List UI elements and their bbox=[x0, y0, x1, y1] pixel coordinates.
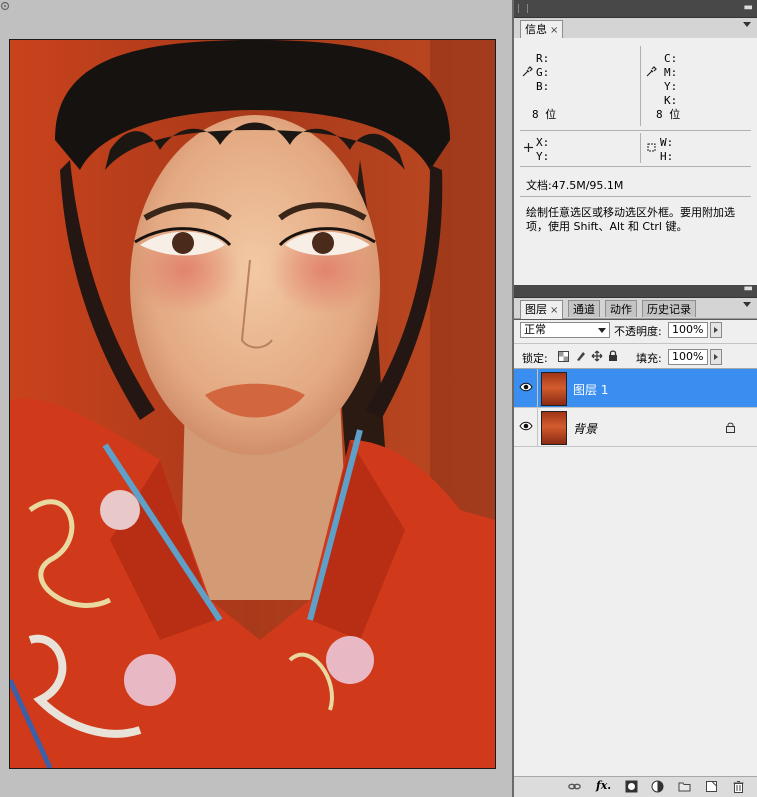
tab-actions[interactable]: 动作 bbox=[605, 300, 637, 317]
lock-label: 锁定: bbox=[522, 352, 548, 365]
tool-hint: 绘制任意选区或移动选区外框。要用附加选 项，使用 Shift、Alt 和 Ctr… bbox=[526, 206, 754, 234]
crosshair-icon bbox=[524, 143, 533, 152]
panel-menu-icon[interactable] bbox=[743, 302, 751, 307]
lock-transparent-icon[interactable] bbox=[558, 351, 569, 362]
lock-icon bbox=[726, 422, 735, 433]
layer-thumbnail bbox=[541, 372, 567, 406]
tab-layers[interactable]: 图层 × bbox=[520, 300, 564, 319]
info-divider bbox=[520, 196, 751, 197]
layers-divider bbox=[514, 343, 757, 344]
info-rgb-bits: 8 位 bbox=[532, 108, 557, 121]
info-x-label: X: bbox=[536, 136, 550, 149]
folder-icon[interactable] bbox=[678, 780, 691, 793]
info-c-label: C: bbox=[664, 52, 678, 65]
close-icon[interactable]: × bbox=[550, 305, 558, 316]
eye-icon[interactable] bbox=[519, 420, 533, 432]
selection-size-icon bbox=[647, 143, 656, 152]
fill-label: 填充: bbox=[636, 352, 662, 365]
info-y-coord-label: Y: bbox=[536, 150, 550, 163]
trash-icon[interactable] bbox=[732, 780, 745, 793]
tab-layers-label: 图层 bbox=[525, 303, 547, 316]
layer-thumbnail bbox=[541, 411, 567, 445]
info-panel: ▬ 信息 × R: G: B: 8 位 C: M: Y: K: 8 位 X: Y: bbox=[514, 0, 757, 285]
fx-icon[interactable]: fx. bbox=[596, 779, 611, 792]
info-tab-row: 信息 × bbox=[514, 18, 757, 39]
info-g-label: G: bbox=[536, 66, 550, 79]
layers-bottom-toolbar: fx. bbox=[514, 776, 757, 797]
adjustment-icon[interactable] bbox=[651, 780, 664, 793]
tab-history[interactable]: 历史记录 bbox=[642, 300, 696, 317]
info-panel-body: R: G: B: 8 位 C: M: Y: K: 8 位 X: Y: W: H:… bbox=[514, 38, 757, 285]
panel-grip-icon[interactable] bbox=[518, 4, 528, 13]
mask-icon[interactable] bbox=[625, 780, 638, 793]
blend-mode-select[interactable]: 正常 bbox=[520, 322, 610, 338]
layers-panel-body: 正常 不透明度: 100% 锁定: 填充: 100% 图层 1 背景 fx. bbox=[514, 320, 757, 797]
visibility-column-divider bbox=[537, 369, 538, 407]
layers-panel-header[interactable]: ▬ bbox=[514, 283, 757, 298]
document-image[interactable] bbox=[9, 39, 496, 769]
layer-name[interactable]: 图层 1 bbox=[573, 381, 608, 398]
layer-name[interactable]: 背景 bbox=[573, 420, 597, 437]
eye-icon[interactable] bbox=[519, 381, 533, 393]
link-icon[interactable] bbox=[568, 780, 581, 793]
info-w-label: W: bbox=[660, 136, 674, 149]
layer-row-background[interactable]: 背景 bbox=[514, 408, 757, 447]
info-divider bbox=[640, 46, 641, 126]
info-y-label: Y: bbox=[664, 80, 678, 93]
tab-info-label: 信息 bbox=[525, 23, 547, 36]
document-size: 文档:47.5M/95.1M bbox=[526, 179, 624, 192]
info-m-label: M: bbox=[664, 66, 678, 79]
opera-portrait-image bbox=[10, 40, 495, 768]
info-divider bbox=[520, 166, 751, 167]
layer-row-layer-1[interactable]: 图层 1 bbox=[514, 369, 757, 408]
info-cmyk-bits: 8 位 bbox=[656, 108, 681, 121]
layers-tab-row: 图层 × 通道 动作 历史记录 bbox=[514, 298, 757, 319]
info-r-label: R: bbox=[536, 52, 550, 65]
canvas-workspace[interactable] bbox=[0, 0, 512, 797]
chevron-down-icon bbox=[598, 328, 606, 333]
close-icon[interactable]: × bbox=[550, 25, 558, 36]
opacity-input[interactable]: 100% bbox=[668, 322, 708, 338]
gear-icon bbox=[0, 1, 10, 11]
visibility-column-divider bbox=[537, 408, 538, 446]
tab-channels[interactable]: 通道 bbox=[568, 300, 600, 317]
panel-collapse-icon[interactable]: ▬ bbox=[744, 2, 753, 13]
info-divider bbox=[520, 130, 751, 131]
info-h-label: H: bbox=[660, 150, 674, 163]
eyedropper-icon bbox=[522, 66, 533, 77]
lock-position-icon[interactable] bbox=[591, 350, 603, 362]
info-divider bbox=[640, 133, 641, 163]
tab-channels-label: 通道 bbox=[573, 303, 595, 316]
panel-collapse-icon[interactable]: ▬ bbox=[744, 283, 753, 294]
blend-mode-value: 正常 bbox=[524, 323, 546, 336]
info-b-label: B: bbox=[536, 80, 550, 93]
fill-slider-button[interactable] bbox=[710, 349, 722, 365]
layers-panel: ▬ 图层 × 通道 动作 历史记录 正常 不透明度: 100% 锁定: 填充: … bbox=[514, 283, 757, 797]
tab-info[interactable]: 信息 × bbox=[520, 20, 564, 39]
panel-menu-icon[interactable] bbox=[743, 22, 751, 27]
new-layer-icon[interactable] bbox=[705, 780, 718, 793]
tab-history-label: 历史记录 bbox=[647, 303, 691, 316]
lock-pixels-icon[interactable] bbox=[575, 350, 587, 362]
tab-actions-label: 动作 bbox=[610, 303, 632, 316]
lock-all-icon[interactable] bbox=[608, 350, 618, 362]
opacity-slider-button[interactable] bbox=[710, 322, 722, 338]
info-panel-header[interactable]: ▬ bbox=[514, 0, 757, 18]
eyedropper-icon bbox=[646, 66, 657, 77]
fill-input[interactable]: 100% bbox=[668, 349, 708, 365]
tool-hint-line: 绘制任意选区或移动选区外框。要用附加选 bbox=[526, 206, 735, 219]
opacity-label: 不透明度: bbox=[614, 325, 662, 338]
tool-hint-line: 项，使用 Shift、Alt 和 Ctrl 键。 bbox=[526, 220, 688, 233]
